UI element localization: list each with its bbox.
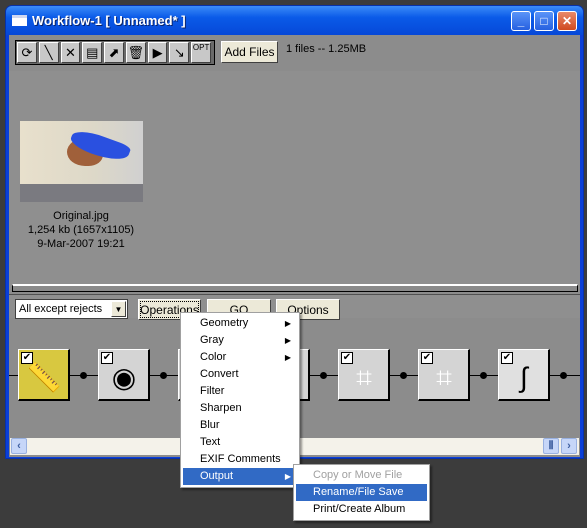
scroll-right-button[interactable]: ›: [561, 438, 577, 454]
submenu-arrow-icon: ▶: [284, 472, 291, 481]
submenu-arrow-icon: ▶: [284, 319, 291, 328]
window-title: Workflow-1 [ Unnamed* ]: [32, 13, 186, 28]
menu-item-label: Print/Create Album: [313, 503, 406, 515]
scroll-thumb[interactable]: ⦀: [543, 438, 559, 454]
menu-item-exif-comments[interactable]: EXIF Comments: [183, 451, 297, 468]
crop-icon: ⌗: [436, 362, 452, 393]
menu-item-text[interactable]: Text: [183, 434, 297, 451]
title-bar[interactable]: Workflow-1 [ Unnamed* ] _ □ ✕: [6, 6, 583, 35]
export-icon[interactable]: ⬈: [104, 42, 124, 63]
menu-item-label: Sharpen: [200, 402, 242, 414]
operations-menu: Geometry ▶ Gray ▶ Color ▶ Convert Filter Sharpen…: [180, 312, 300, 488]
play-icon[interactable]: ▶: [147, 42, 168, 63]
trash-icon[interactable]: 🗑: [125, 42, 146, 63]
print-icon[interactable]: ▤: [82, 42, 103, 63]
menu-item-blur[interactable]: Blur: [183, 417, 297, 434]
filter-dropdown[interactable]: All except rejects ▼: [15, 299, 128, 319]
measure-tape-icon: 📏: [26, 362, 62, 393]
workflow-node[interactable]: ✔ ⌗: [338, 349, 390, 401]
menu-item-filter[interactable]: Filter: [183, 383, 297, 400]
menu-item-label: Geometry: [200, 317, 249, 329]
submenu-arrow-icon: ▶: [284, 353, 291, 362]
menu-item-label: EXIF Comments: [200, 453, 281, 465]
files-status: 1 files -- 1.25MB: [286, 43, 367, 55]
connector-dot: [560, 372, 567, 379]
add-files-button[interactable]: Add Files: [221, 41, 278, 63]
menu-item-color[interactable]: Color ▶: [183, 349, 297, 366]
menu-item-label: Copy or Move File: [313, 469, 403, 481]
toolbar: ⟳ ╲ ✕ ▤ ⬈ 🗑 ▶ ↘ OPT: [15, 40, 215, 65]
menu-item-label: Output: [200, 470, 234, 482]
menu-item-rename-file-save[interactable]: Rename/File Save: [296, 484, 427, 501]
minimize-button[interactable]: _: [511, 11, 531, 31]
menu-item-label: Color: [200, 351, 227, 363]
menu-item-label: Text: [200, 436, 221, 448]
connector-dot: [320, 372, 327, 379]
menu-item-label: Gray: [200, 334, 224, 346]
thumbnail-name: Original.jpg: [53, 210, 109, 222]
crop-icon: ⌗: [356, 362, 372, 393]
connector-dot: [400, 372, 407, 379]
menu-item-gray[interactable]: Gray ▶: [183, 332, 297, 349]
lens-icon: ◉: [111, 362, 137, 393]
window-icon: [12, 15, 27, 26]
maximize-button[interactable]: □: [534, 11, 554, 31]
file-pane: Original.jpg 1,254 kb (1657x1105) 9-Mar-…: [9, 71, 580, 318]
thumbnail-size: 1,254 kb (1657x1105): [27, 224, 135, 236]
thumbnail-image[interactable]: [20, 121, 143, 202]
scroll-left-button[interactable]: ‹: [11, 438, 27, 454]
output-submenu: Copy or Move File Rename/File Save Print/C…: [293, 464, 430, 521]
menu-item-convert[interactable]: Convert: [183, 366, 297, 383]
workflow-node[interactable]: ✔ 📏: [18, 349, 70, 401]
workflow-node[interactable]: ✔ ∫: [498, 349, 550, 401]
connector-dot: [480, 372, 487, 379]
workflow-node[interactable]: ✔ ⌗: [418, 349, 470, 401]
menu-item-label: Blur: [200, 419, 220, 431]
opt-down-icon[interactable]: OPT: [191, 42, 212, 63]
tools-icon[interactable]: ✕: [60, 42, 81, 63]
refresh-icon[interactable]: ⟳: [17, 42, 37, 63]
submenu-arrow-icon: ▶: [284, 336, 291, 345]
wand-icon[interactable]: ╲: [38, 42, 59, 63]
menu-item-sharpen[interactable]: Sharpen: [183, 400, 297, 417]
splitter[interactable]: [12, 284, 578, 292]
close-button[interactable]: ✕: [557, 11, 577, 31]
chevron-down-icon[interactable]: ▼: [111, 301, 126, 317]
thumbnail-date: 9-Mar-2007 19:21: [37, 238, 125, 250]
connector-dot: [80, 372, 87, 379]
connector-dot: [160, 372, 167, 379]
workflow-node[interactable]: ✔ ◉: [98, 349, 150, 401]
filter-value: All except rejects: [19, 303, 103, 315]
menu-item-copy-or-move-file[interactable]: Copy or Move File: [296, 467, 427, 484]
menu-item-output[interactable]: Output ▶: [183, 468, 297, 485]
menu-item-label: Convert: [200, 368, 239, 380]
curves-icon: ∫: [520, 362, 528, 393]
menu-item-print-create-album[interactable]: Print/Create Album: [296, 501, 427, 518]
step-icon[interactable]: ↘: [169, 42, 190, 63]
menu-item-label: Filter: [200, 385, 225, 397]
menu-item-label: Rename/File Save: [313, 486, 404, 498]
menu-item-geometry[interactable]: Geometry ▶: [183, 315, 297, 332]
